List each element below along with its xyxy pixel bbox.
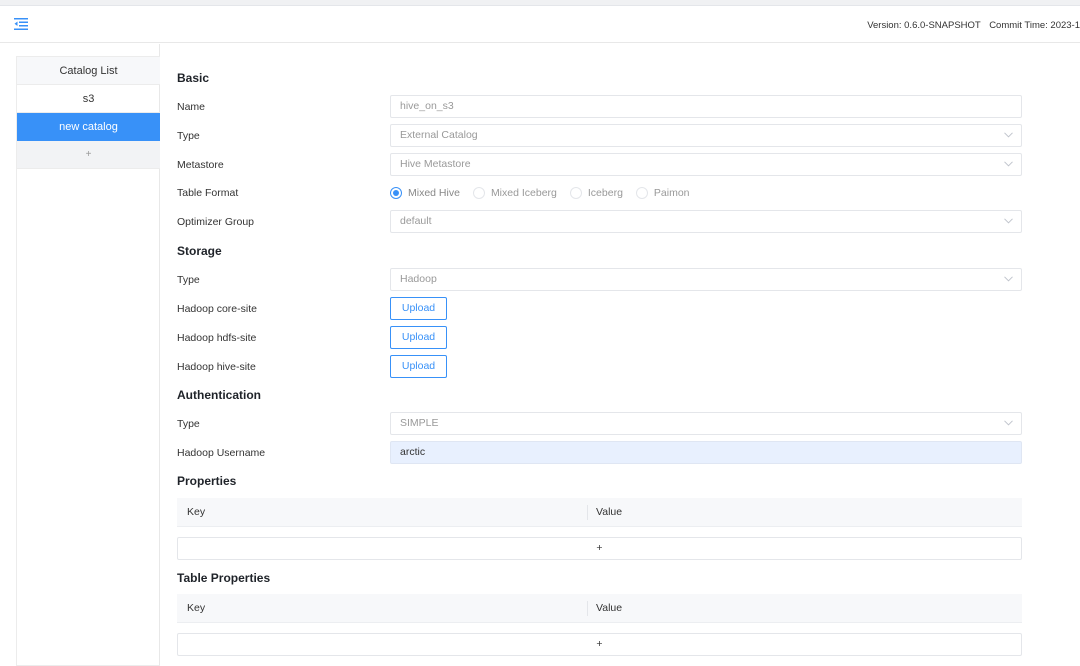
core-site-label: Hadoop core-site <box>177 303 257 315</box>
radio-unchecked-icon <box>635 187 648 199</box>
upload-core-site-button[interactable]: Upload <box>390 297 447 320</box>
metastore-select[interactable]: Hive Metastore <box>390 153 1022 176</box>
chevron-down-icon <box>1004 132 1013 138</box>
catalog-list-title: Catalog List <box>17 57 160 85</box>
commit-time-text: Commit Time: 2023-1 <box>989 20 1080 31</box>
table-format-label: Table Format <box>177 187 239 199</box>
auth-type-label: Type <box>177 418 200 430</box>
radio-label: Mixed Hive <box>408 187 460 199</box>
storage-type-value: Hadoop <box>400 273 437 285</box>
radio-mixed-iceberg[interactable]: Mixed Iceberg <box>472 187 557 199</box>
catalog-list: Catalog List s3 new catalog + <box>16 56 160 666</box>
add-property-button[interactable]: + <box>177 537 1022 560</box>
version-text: Version: 0.6.0-SNAPSHOT <box>867 20 981 31</box>
optimizer-group-select[interactable]: default <box>390 210 1022 233</box>
storage-type-select[interactable]: Hadoop <box>390 268 1022 291</box>
name-input[interactable]: hive_on_s3 <box>390 95 1022 118</box>
add-catalog-button[interactable]: + <box>17 141 160 169</box>
catalog-item-new-catalog[interactable]: new catalog <box>17 113 160 141</box>
radio-label: Paimon <box>653 187 690 199</box>
metastore-value: Hive Metastore <box>400 158 471 170</box>
radio-iceberg[interactable]: Iceberg <box>569 187 623 199</box>
menu-fold-icon[interactable] <box>14 18 28 30</box>
radio-unchecked-icon <box>472 187 485 199</box>
chevron-down-icon <box>1004 276 1013 282</box>
radio-checked-icon <box>390 187 402 199</box>
table-format-radio-group: Mixed Hive Mixed Iceberg Iceberg Paimon <box>390 185 703 201</box>
version-info: Version: 0.6.0-SNAPSHOT Commit Time: 202… <box>867 20 1080 31</box>
metastore-label: Metastore <box>177 159 224 171</box>
table-properties-key-header: Key <box>187 602 206 614</box>
table-properties-table-header: Key Value <box>177 594 1022 623</box>
catalog-type-value: External Catalog <box>400 129 478 141</box>
column-divider <box>587 505 588 520</box>
radio-mixed-hive[interactable]: Mixed Hive <box>390 187 460 199</box>
column-divider <box>587 601 588 616</box>
catalog-type-select[interactable]: External Catalog <box>390 124 1022 147</box>
basic-type-label: Type <box>177 130 200 142</box>
section-title-authentication: Authentication <box>177 388 261 402</box>
name-label: Name <box>177 101 206 113</box>
optimizer-group-label: Optimizer Group <box>177 216 255 228</box>
chevron-down-icon <box>1004 161 1013 167</box>
section-title-table-properties: Table Properties <box>177 571 271 585</box>
radio-paimon[interactable]: Paimon <box>635 187 690 199</box>
hadoop-username-label: Hadoop Username <box>177 447 266 459</box>
auth-type-select[interactable]: SIMPLE <box>390 412 1022 435</box>
chevron-down-icon <box>1004 420 1013 426</box>
upload-hive-site-button[interactable]: Upload <box>390 355 447 378</box>
hadoop-username-input[interactable]: arctic <box>390 441 1022 464</box>
hive-site-label: Hadoop hive-site <box>177 361 256 373</box>
optimizer-group-value: default <box>400 215 432 227</box>
section-title-basic: Basic <box>177 71 210 85</box>
section-title-storage: Storage <box>177 244 222 258</box>
upload-hdfs-site-button[interactable]: Upload <box>390 326 447 349</box>
properties-key-header: Key <box>187 506 206 518</box>
properties-value-header: Value <box>596 506 623 518</box>
catalog-item-s3[interactable]: s3 <box>17 85 160 113</box>
section-title-properties: Properties <box>177 474 237 488</box>
radio-label: Iceberg <box>587 187 623 199</box>
top-header: Version: 0.6.0-SNAPSHOT Commit Time: 202… <box>0 6 1080 43</box>
auth-type-value: SIMPLE <box>400 417 439 429</box>
properties-table-header: Key Value <box>177 498 1022 527</box>
storage-type-label: Type <box>177 274 200 286</box>
radio-label: Mixed Iceberg <box>490 187 557 199</box>
sidebar: Catalog List s3 new catalog + <box>0 44 160 666</box>
radio-unchecked-icon <box>569 187 582 199</box>
hdfs-site-label: Hadoop hdfs-site <box>177 332 257 344</box>
table-properties-value-header: Value <box>596 602 623 614</box>
add-table-property-button[interactable]: + <box>177 633 1022 656</box>
chevron-down-icon <box>1004 218 1013 224</box>
